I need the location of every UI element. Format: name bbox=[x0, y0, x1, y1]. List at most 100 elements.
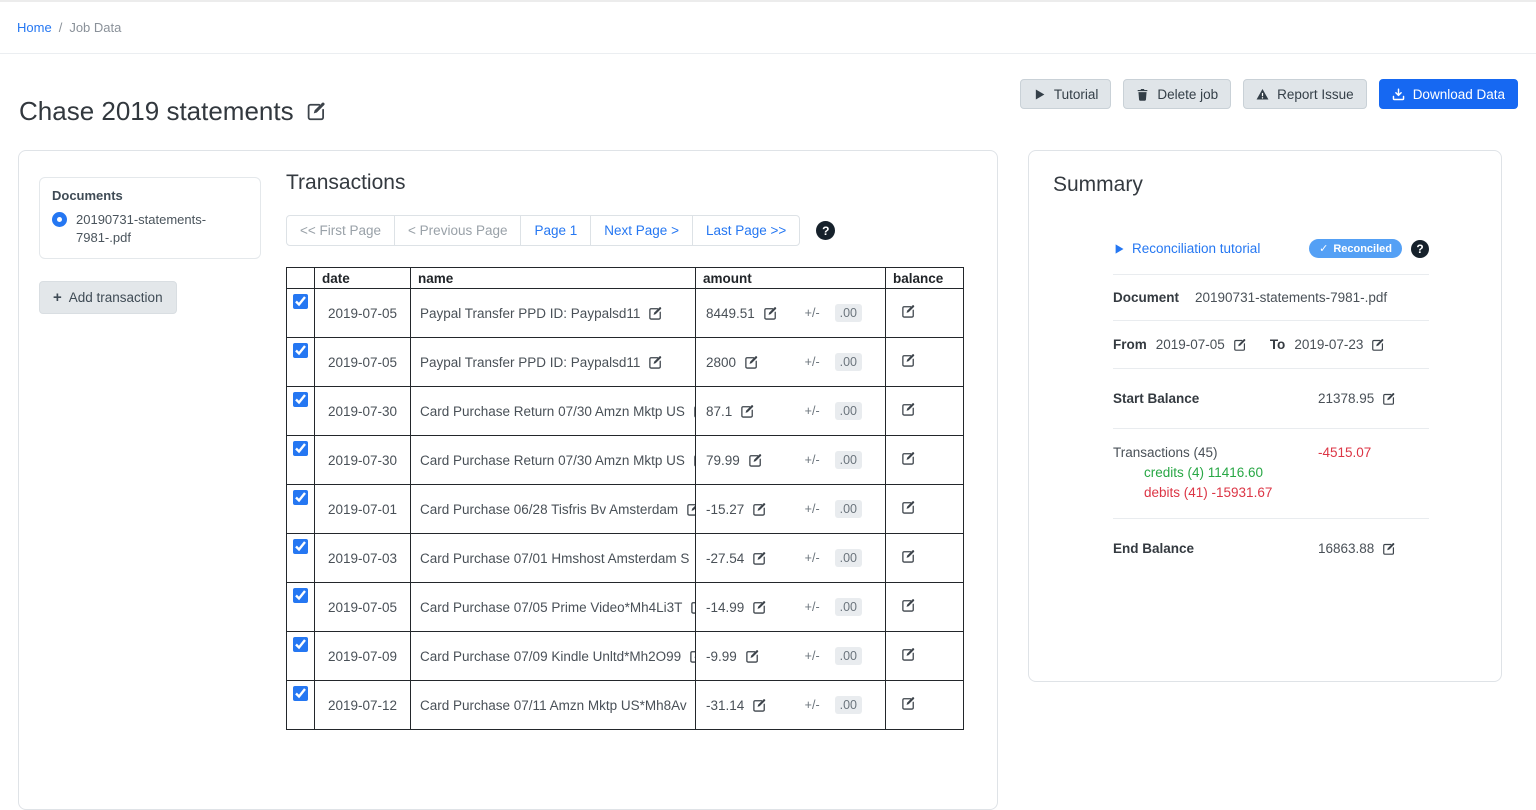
tx-date: 2019-07-30 bbox=[315, 387, 411, 436]
plus-minus-button[interactable]: +/- bbox=[805, 551, 820, 565]
download-data-button[interactable]: Download Data bbox=[1379, 79, 1518, 109]
row-checkbox-cell bbox=[287, 681, 315, 730]
delete-job-button-label: Delete job bbox=[1157, 87, 1218, 102]
edit-icon[interactable] bbox=[763, 306, 778, 321]
tx-name: Card Purchase 07/01 Hmshost Amsterdam S bbox=[420, 551, 689, 566]
plus-minus-button[interactable]: +/- bbox=[805, 698, 820, 712]
tx-name-cell: Card Purchase 07/11 Amzn Mktp US*Mh8Av bbox=[411, 681, 696, 730]
documents-panel: Documents 20190731-statements-7981-.pdf bbox=[39, 177, 261, 259]
edit-icon[interactable] bbox=[901, 402, 916, 417]
tx-name: Card Purchase 07/09 Kindle Unltd*Mh2O99 bbox=[420, 649, 681, 664]
help-icon[interactable]: ? bbox=[1411, 240, 1429, 258]
tx-balance-cell bbox=[886, 387, 964, 436]
tx-amount-cell: 8449.51+/-.00 bbox=[696, 289, 886, 338]
report-issue-button[interactable]: Report Issue bbox=[1243, 79, 1367, 109]
plus-minus-button[interactable]: +/- bbox=[805, 453, 820, 467]
document-list-item[interactable]: 20190731-statements-7981-.pdf bbox=[52, 211, 248, 246]
edit-icon[interactable] bbox=[1382, 542, 1396, 556]
edit-icon[interactable] bbox=[690, 600, 695, 615]
help-icon[interactable]: ? bbox=[816, 221, 835, 240]
edit-title-icon[interactable] bbox=[306, 101, 327, 122]
row-checkbox[interactable] bbox=[293, 343, 308, 358]
reconciled-badge[interactable]: ✓ Reconciled bbox=[1309, 239, 1402, 258]
add-transaction-button[interactable]: + Add transaction bbox=[39, 281, 177, 314]
edit-icon[interactable] bbox=[1233, 338, 1247, 352]
edit-icon[interactable] bbox=[1382, 392, 1396, 406]
row-checkbox[interactable] bbox=[293, 294, 308, 309]
edit-icon[interactable] bbox=[901, 549, 916, 564]
tx-amount: 2800 bbox=[706, 355, 736, 370]
edit-icon[interactable] bbox=[648, 306, 663, 321]
plus-minus-button[interactable]: +/- bbox=[805, 355, 820, 369]
row-checkbox-cell bbox=[287, 289, 315, 338]
trash-icon bbox=[1136, 88, 1149, 101]
next-page-button[interactable]: Next Page > bbox=[590, 215, 693, 246]
edit-icon[interactable] bbox=[901, 647, 916, 662]
decimals-button[interactable]: .00 bbox=[835, 647, 862, 665]
radio-selected-icon[interactable] bbox=[52, 212, 67, 227]
plus-minus-button[interactable]: +/- bbox=[805, 600, 820, 614]
tx-amount-cell: -15.27+/-.00 bbox=[696, 485, 886, 534]
first-page-button[interactable]: << First Page bbox=[286, 215, 395, 246]
transactions-total-value: -4515.07 bbox=[1318, 445, 1371, 460]
row-checkbox[interactable] bbox=[293, 686, 308, 701]
edit-icon[interactable] bbox=[901, 598, 916, 613]
edit-icon[interactable] bbox=[752, 698, 767, 713]
decimals-button[interactable]: .00 bbox=[835, 549, 862, 567]
row-checkbox[interactable] bbox=[293, 392, 308, 407]
end-balance-value: 16863.88 bbox=[1318, 541, 1374, 556]
previous-page-button[interactable]: < Previous Page bbox=[394, 215, 521, 246]
plus-minus-button[interactable]: +/- bbox=[805, 649, 820, 663]
edit-icon[interactable] bbox=[901, 696, 916, 711]
edit-icon[interactable] bbox=[752, 600, 767, 615]
tx-amount-cell: 79.99+/-.00 bbox=[696, 436, 886, 485]
edit-icon[interactable] bbox=[901, 353, 916, 368]
row-checkbox[interactable] bbox=[293, 490, 308, 505]
tx-amount: -14.99 bbox=[706, 600, 744, 615]
plus-minus-button[interactable]: +/- bbox=[805, 502, 820, 516]
decimals-button[interactable]: .00 bbox=[835, 598, 862, 616]
edit-icon[interactable] bbox=[748, 453, 763, 468]
edit-icon[interactable] bbox=[901, 500, 916, 515]
edit-icon[interactable] bbox=[744, 355, 759, 370]
page-number-button[interactable]: Page 1 bbox=[520, 215, 591, 246]
edit-icon[interactable] bbox=[752, 551, 767, 566]
edit-icon[interactable] bbox=[1371, 338, 1385, 352]
breadcrumb-home-link[interactable]: Home bbox=[17, 20, 52, 35]
table-row: 2019-07-30 Card Purchase Return 07/30 Am… bbox=[287, 436, 964, 485]
plus-minus-button[interactable]: +/- bbox=[805, 306, 820, 320]
edit-icon[interactable] bbox=[901, 451, 916, 466]
row-checkbox-cell bbox=[287, 387, 315, 436]
edit-icon[interactable] bbox=[740, 404, 755, 419]
edit-icon[interactable] bbox=[745, 649, 760, 664]
warning-icon bbox=[1256, 88, 1269, 101]
edit-icon[interactable] bbox=[901, 304, 916, 319]
table-row: 2019-07-05 Paypal Transfer PPD ID: Paypa… bbox=[287, 289, 964, 338]
tx-name-cell: Card Purchase 07/01 Hmshost Amsterdam S bbox=[411, 534, 696, 583]
delete-job-button[interactable]: Delete job bbox=[1123, 79, 1231, 109]
tutorial-button[interactable]: Tutorial bbox=[1020, 79, 1112, 109]
edit-icon[interactable] bbox=[686, 502, 695, 517]
reconciliation-tutorial-link[interactable]: Reconciliation tutorial bbox=[1113, 241, 1260, 256]
tx-balance-cell bbox=[886, 338, 964, 387]
row-checkbox[interactable] bbox=[293, 637, 308, 652]
decimals-button[interactable]: .00 bbox=[835, 304, 862, 322]
edit-icon[interactable] bbox=[689, 649, 695, 664]
tx-amount-cell: 87.1+/-.00 bbox=[696, 387, 886, 436]
summary-card: Summary Reconciliation tutorial ✓ Reconc… bbox=[1028, 150, 1502, 682]
edit-icon[interactable] bbox=[648, 355, 663, 370]
decimals-button[interactable]: .00 bbox=[835, 402, 862, 420]
plus-minus-button[interactable]: +/- bbox=[805, 404, 820, 418]
row-checkbox[interactable] bbox=[293, 539, 308, 554]
decimals-button[interactable]: .00 bbox=[835, 500, 862, 518]
tx-balance-cell bbox=[886, 632, 964, 681]
row-checkbox[interactable] bbox=[293, 441, 308, 456]
tx-name: Card Purchase Return 07/30 Amzn Mktp US bbox=[420, 404, 685, 419]
row-checkbox[interactable] bbox=[293, 588, 308, 603]
decimals-button[interactable]: .00 bbox=[835, 696, 862, 714]
decimals-button[interactable]: .00 bbox=[835, 353, 862, 371]
edit-icon[interactable] bbox=[752, 502, 767, 517]
decimals-button[interactable]: .00 bbox=[835, 451, 862, 469]
tx-name: Card Purchase 06/28 Tisfris Bv Amsterdam bbox=[420, 502, 678, 517]
last-page-button[interactable]: Last Page >> bbox=[692, 215, 800, 246]
